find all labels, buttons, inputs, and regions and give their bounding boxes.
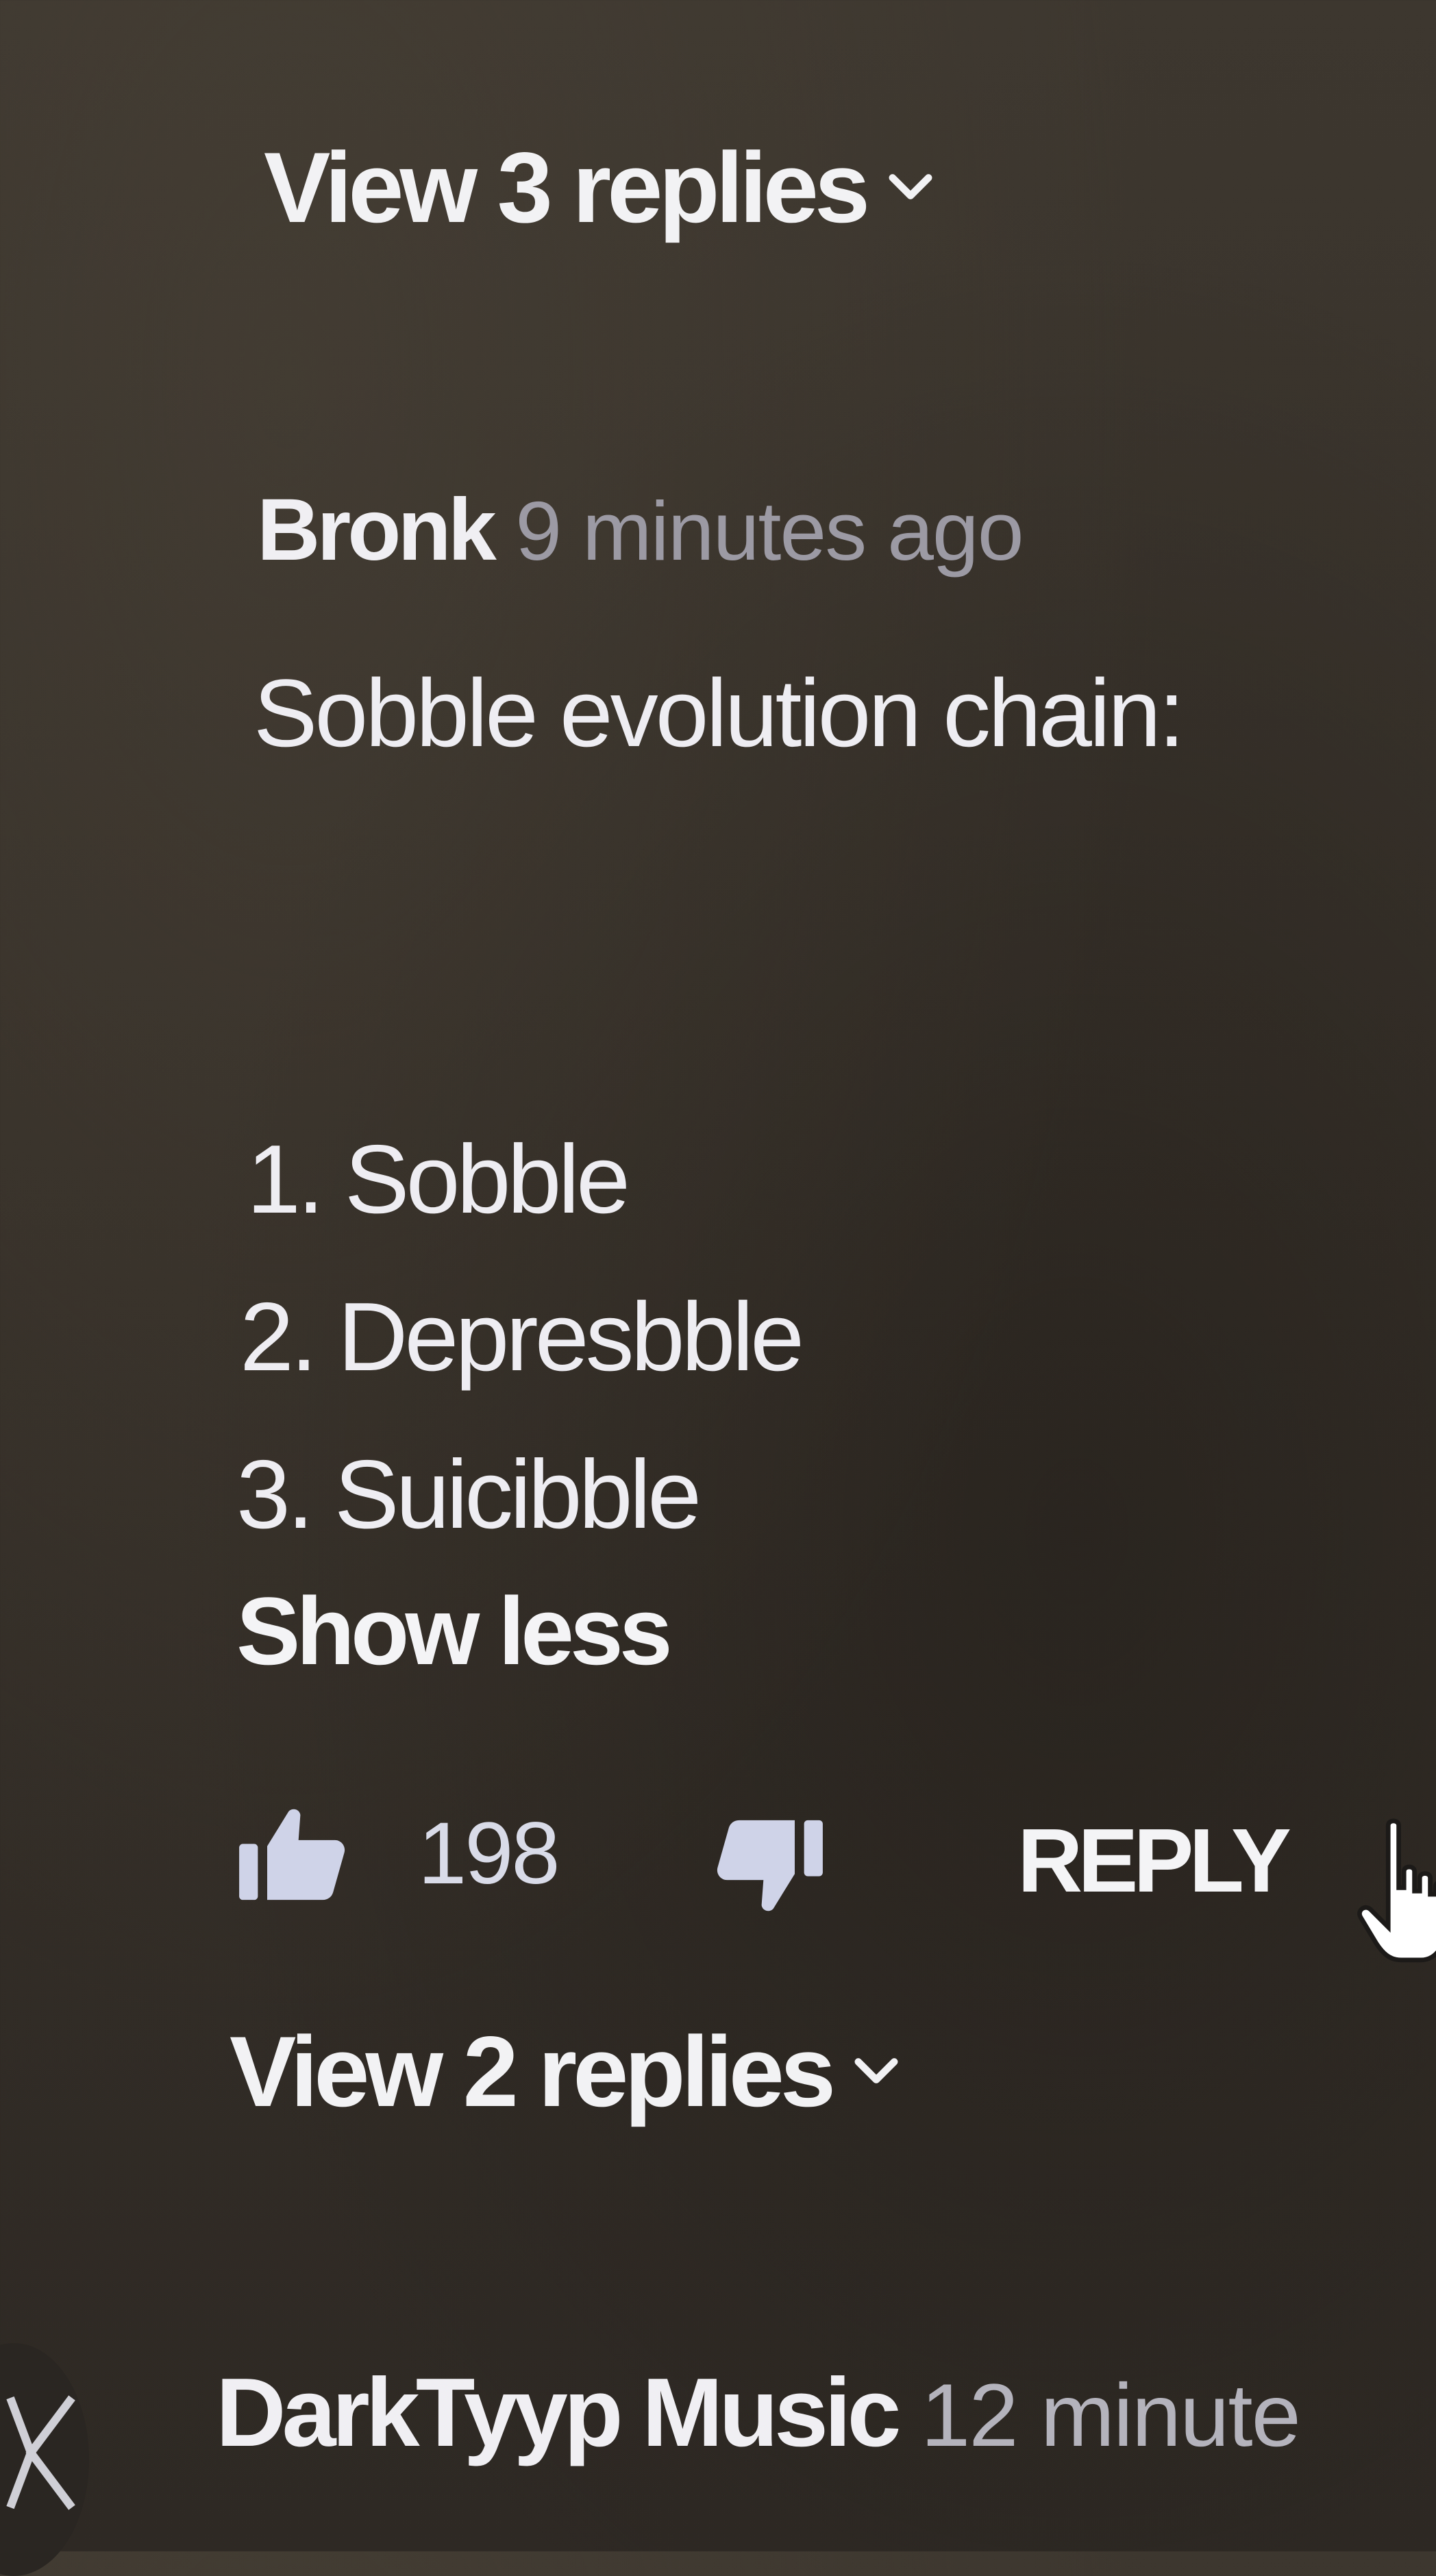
- view-replies-label: View 2 replies: [230, 2016, 836, 2127]
- view-replies-button[interactable]: View 2 replies: [230, 2014, 900, 2129]
- view-replies-label: View 3 replies: [264, 132, 870, 243]
- clipped-action-bar: [260, 0, 740, 14]
- list-item: 3. Suicibble: [236, 1440, 702, 1549]
- comment-action-bar: 198 REPLY: [230, 1795, 1436, 1963]
- list-item: 2. Depresbble: [240, 1283, 804, 1391]
- reply-button[interactable]: REPLY: [1017, 1809, 1291, 1912]
- comment-author[interactable]: DarkTyyp Music: [216, 2358, 902, 2467]
- thumbs-up-icon[interactable]: [233, 1802, 353, 1905]
- comment-timestamp[interactable]: 12 minute: [921, 2365, 1301, 2465]
- avatar[interactable]: [0, 2343, 89, 2576]
- show-less-link[interactable]: Show less: [236, 1576, 673, 1687]
- comment-header: Bronk 9 minutes ago: [257, 480, 1024, 580]
- thumbs-down-icon[interactable]: [709, 1816, 829, 1918]
- next-comment-header: DarkTyyp Music 12 minute: [216, 2357, 1301, 2469]
- avatar-glyph-icon: [6, 2395, 75, 2510]
- chevron-down-icon: [854, 2058, 898, 2083]
- list-item: 1. Sobble: [247, 1125, 630, 1234]
- hand-pointer-icon: [1357, 1818, 1436, 1963]
- view-replies-button[interactable]: View 3 replies: [264, 130, 934, 245]
- like-count: 198: [418, 1805, 560, 1903]
- chevron-down-icon: [889, 174, 932, 199]
- comment-timestamp[interactable]: 9 minutes ago: [515, 484, 1024, 578]
- comment-text: Sobble evolution chain:: [253, 659, 1185, 767]
- comment-author[interactable]: Bronk: [257, 481, 497, 579]
